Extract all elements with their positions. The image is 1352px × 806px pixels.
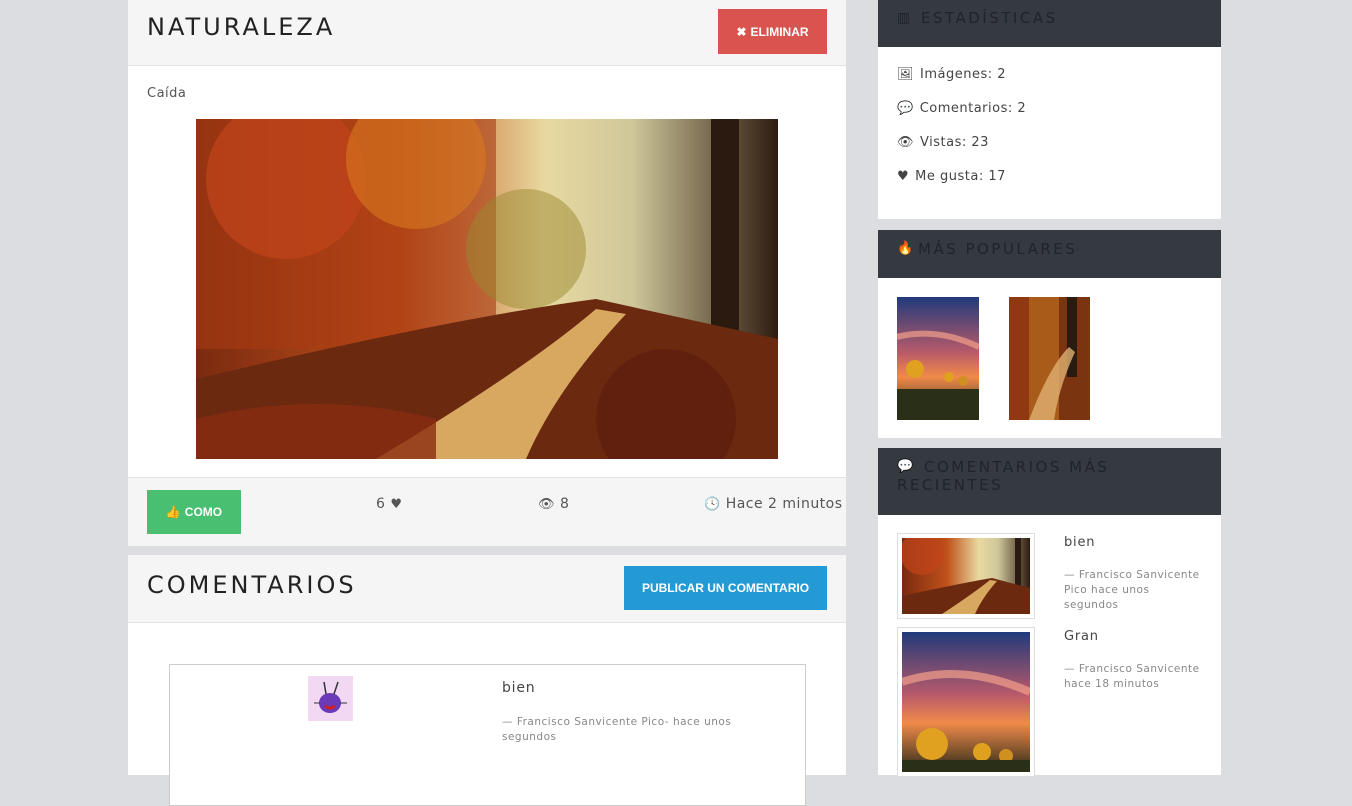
stat-images-label: Imágenes: 2 xyxy=(920,67,1007,82)
stat-likes: ♥ Me gusta: 17 xyxy=(897,169,1006,184)
popular-image-1[interactable] xyxy=(897,297,979,420)
comments-card: COMENTARIOS PUBLICAR UN COMENTARIO bien … xyxy=(128,555,846,806)
recent-title: COMENTARIOS MÁS RECIENTES xyxy=(897,458,1110,494)
recent-comment-meta-1: — Francisco Sanvicente Pico hace unos se… xyxy=(1064,569,1200,611)
post-actions-bar: 👍 COMO 6 ♥ 👁 8 🕓 Hace 2 minutos xyxy=(128,477,846,546)
publish-comment-button[interactable]: PUBLICAR UN COMENTARIO xyxy=(624,566,827,610)
comments-icon: 💬 xyxy=(897,101,914,116)
comments-header: COMENTARIOS PUBLICAR UN COMENTARIO xyxy=(128,555,846,623)
thumbs-up-icon: 👍 xyxy=(165,505,181,519)
recent-thumb-2[interactable] xyxy=(897,627,1035,777)
fire-icon: 🔥 xyxy=(897,241,916,256)
popular-header: 🔥 MÁS POPULARES xyxy=(878,230,1221,278)
recent-comment-meta-2: — Francisco Sanvicente hace 18 minutos xyxy=(1064,663,1200,690)
likes-count: 6 ♥ xyxy=(376,496,403,512)
times-icon: ✖ xyxy=(736,24,747,39)
recent-body: bien — Francisco Sanvicente Pico hace un… xyxy=(878,515,1221,777)
eye-icon: 👁 xyxy=(897,135,915,150)
eye-icon: 👁 xyxy=(538,496,556,512)
stat-images: 🖼 Imágenes: 2 xyxy=(897,67,1006,82)
recent-thumb-1[interactable] xyxy=(897,531,1035,619)
post-description: Caída xyxy=(147,86,187,101)
stat-comments-label: Comentarios: 2 xyxy=(919,101,1027,116)
popular-image-2[interactable] xyxy=(1009,297,1090,420)
images-icon: 🖼 xyxy=(897,67,915,82)
like-button[interactable]: 👍 COMO xyxy=(147,490,241,534)
post-header: NATURALEZA ✖ ELIMINAR xyxy=(128,0,846,66)
comments-title: COMENTARIOS xyxy=(147,571,357,599)
avatar xyxy=(308,676,353,721)
stat-views: 👁 Vistas: 23 xyxy=(897,135,989,150)
views-value: 8 xyxy=(560,496,570,512)
stat-likes-label: Me gusta: 17 xyxy=(915,169,1006,184)
recent-comment-text-1: bien xyxy=(1064,535,1096,550)
post-title: NATURALEZA xyxy=(147,13,336,41)
recent-comment-text-2: Gran xyxy=(1064,629,1099,644)
heart-icon: ♥ xyxy=(897,169,910,184)
heart-icon: ♥ xyxy=(390,496,403,512)
like-label: COMO xyxy=(184,505,223,519)
stats-header: ▥ ESTADÍSTICAS xyxy=(878,0,1221,47)
post-image xyxy=(196,119,778,459)
clock-icon: 🕓 xyxy=(704,496,721,512)
stats-title: ESTADÍSTICAS xyxy=(921,9,1058,27)
stats-body: 🖼 Imágenes: 2 💬 Comentarios: 2 👁 Vistas:… xyxy=(878,47,1221,219)
delete-button[interactable]: ✖ ELIMINAR xyxy=(718,9,827,54)
recent-header: 💬 COMENTARIOS MÁS RECIENTES xyxy=(878,448,1221,515)
post-card: NATURALEZA ✖ ELIMINAR Caída 👍 COMO 6 ♥ 👁… xyxy=(128,0,846,546)
views-count: 👁 8 xyxy=(538,496,569,512)
stat-views-label: Vistas: 23 xyxy=(920,135,989,150)
popular-body xyxy=(878,278,1221,438)
popular-title: MÁS POPULARES xyxy=(918,240,1078,258)
publish-label: PUBLICAR UN COMENTARIO xyxy=(641,581,810,595)
delete-label: ELIMINAR xyxy=(750,24,809,39)
comment-item: bien — Francisco Sanvicente Pico- hace u… xyxy=(169,664,806,806)
comment-meta: — Francisco Sanvicente Pico- hace unos s… xyxy=(502,716,732,743)
post-time: 🕓 Hace 2 minutos xyxy=(704,496,843,512)
bar-chart-icon: ▥ xyxy=(897,10,913,26)
likes-value: 6 xyxy=(376,496,386,512)
comment-text: bien xyxy=(502,680,536,696)
stat-comments: 💬 Comentarios: 2 xyxy=(897,101,1026,116)
time-value: Hace 2 minutos xyxy=(725,496,843,512)
